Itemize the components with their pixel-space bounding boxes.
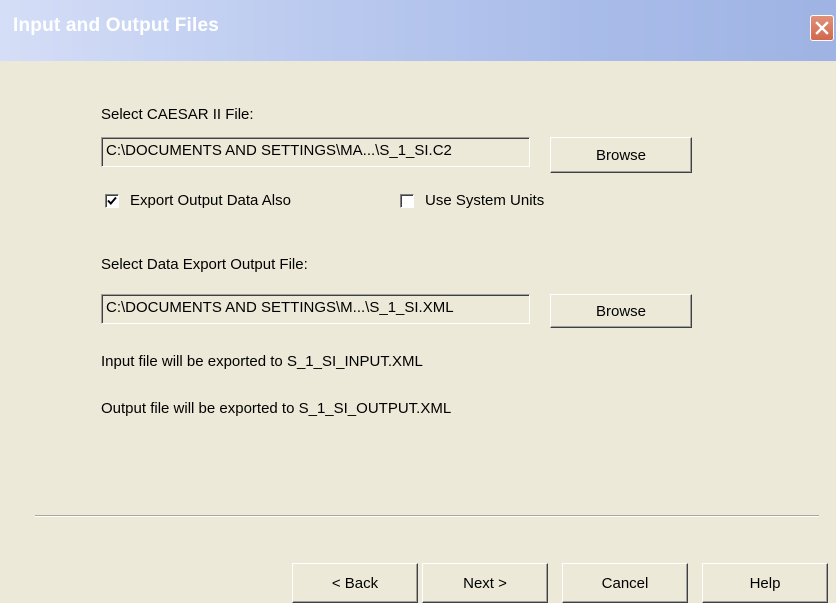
export-file-browse-button[interactable]: Browse	[550, 294, 692, 328]
next-button[interactable]: Next >	[422, 563, 548, 603]
dialog-title: Input and Output Files	[13, 15, 219, 36]
caesar-file-label: Select CAESAR II File:	[101, 106, 254, 123]
system-units-checkbox[interactable]	[400, 194, 414, 208]
export-output-label[interactable]: Export Output Data Also	[130, 192, 291, 209]
input-export-message: Input file will be exported to S_1_SI_IN…	[101, 353, 423, 370]
cancel-button[interactable]: Cancel	[562, 563, 688, 603]
export-file-path-field[interactable]: C:\DOCUMENTS AND SETTINGS\M...\S_1_SI.XM…	[101, 294, 530, 324]
title-bar: Input and Output Files	[0, 0, 836, 61]
caesar-file-path-field[interactable]: C:\DOCUMENTS AND SETTINGS\MA...\S_1_SI.C…	[101, 137, 530, 167]
back-button[interactable]: < Back	[292, 563, 418, 603]
footer-separator	[35, 515, 819, 517]
caesar-file-browse-button[interactable]: Browse	[550, 137, 692, 173]
output-export-message: Output file will be exported to S_1_SI_O…	[101, 400, 452, 417]
system-units-label[interactable]: Use System Units	[425, 192, 544, 209]
close-button[interactable]	[810, 15, 834, 41]
help-button[interactable]: Help	[702, 563, 828, 603]
checkmark-icon	[107, 196, 117, 205]
export-file-label: Select Data Export Output File:	[101, 256, 308, 273]
close-icon	[815, 21, 829, 35]
input-output-files-dialog: Input and Output Files Select CAESAR II …	[0, 0, 836, 603]
export-output-checkbox[interactable]	[105, 194, 119, 208]
